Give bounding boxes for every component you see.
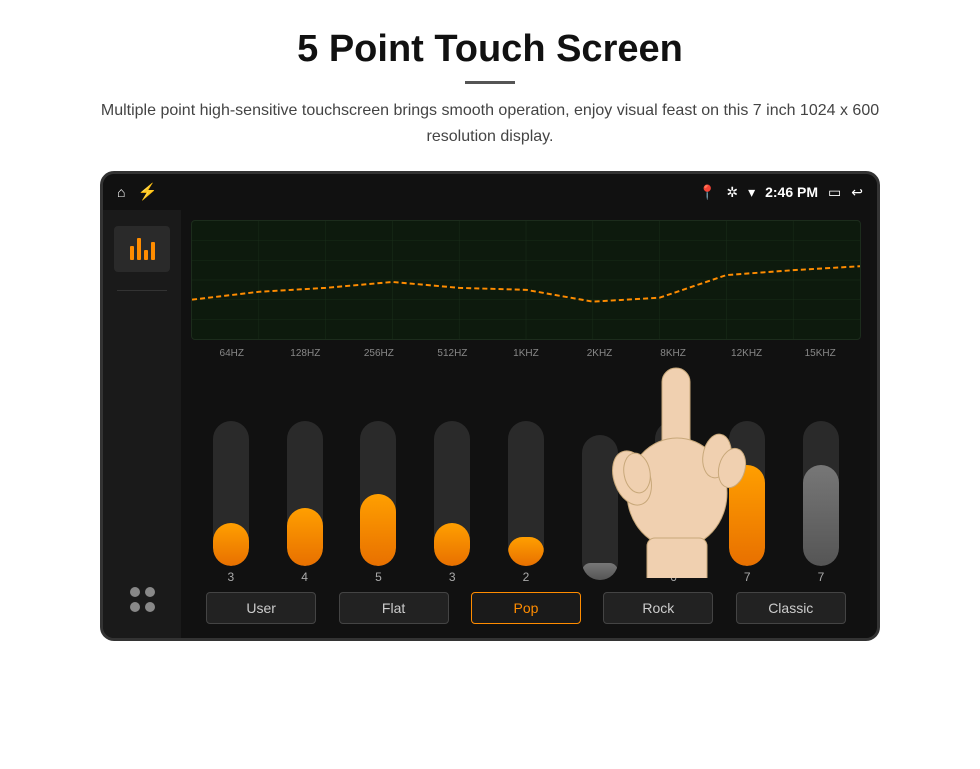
slider-val-256hz: 5 [375, 570, 382, 584]
menu-sidebar-button[interactable] [114, 576, 170, 622]
slider-col-8khz: 6 [655, 421, 691, 584]
slider-col-256hz: 5 [360, 421, 396, 584]
wifi-icon: ▾ [748, 184, 755, 201]
freq-12khz: 12KHZ [722, 348, 772, 359]
slider-track-2khz[interactable] [582, 435, 618, 580]
sliders-area: 3 4 5 [191, 365, 861, 584]
slider-col-2khz [582, 435, 618, 584]
page-title: 5 Point Touch Screen [297, 28, 683, 71]
sidebar-divider [117, 290, 167, 291]
slider-track-64hz[interactable] [213, 421, 249, 566]
slider-col-1khz: 2 [508, 421, 544, 584]
freq-1khz: 1KHZ [501, 348, 551, 359]
sidebar [103, 210, 181, 638]
slider-track-12khz[interactable] [729, 421, 765, 566]
slider-val-64hz: 3 [228, 570, 235, 584]
slider-col-512hz: 3 [434, 421, 470, 584]
slider-track-8khz[interactable] [655, 421, 691, 566]
slider-val-128hz: 4 [301, 570, 308, 584]
slider-track-256hz[interactable] [360, 421, 396, 566]
device-frame: ⌂ ⚡ 📍 ✲ ▾ 2:46 PM ▭ ↩ [100, 171, 880, 641]
slider-val-8khz: 6 [670, 570, 677, 584]
slider-col-128hz: 4 [287, 421, 323, 584]
freq-2khz: 2KHZ [575, 348, 625, 359]
preset-classic-button[interactable]: Classic [736, 592, 846, 624]
preset-buttons: User Flat Pop Rock Classic [191, 584, 861, 628]
slider-track-1khz[interactable] [508, 421, 544, 566]
slider-col-12khz: 7 [729, 421, 765, 584]
freq-8khz: 8KHZ [648, 348, 698, 359]
freq-512hz: 512HZ [427, 348, 477, 359]
preset-rock-button[interactable]: Rock [603, 592, 713, 624]
freq-15khz: 15KHZ [795, 348, 845, 359]
slider-val-1khz: 2 [523, 570, 530, 584]
title-divider [465, 81, 515, 84]
preset-flat-button[interactable]: Flat [339, 592, 449, 624]
eq-graph [191, 220, 861, 340]
preset-user-button[interactable]: User [206, 592, 316, 624]
slider-val-15khz: 7 [818, 570, 825, 584]
battery-icon: ▭ [828, 184, 841, 201]
slider-track-128hz[interactable] [287, 421, 323, 566]
slider-val-12khz: 7 [744, 570, 751, 584]
freq-64hz: 64HZ [207, 348, 257, 359]
usb-icon: ⚡ [137, 182, 157, 202]
slider-val-512hz: 3 [449, 570, 456, 584]
freq-256hz: 256HZ [354, 348, 404, 359]
location-icon: 📍 [699, 184, 716, 201]
main-content: 64HZ 128HZ 256HZ 512HZ 1KHZ 2KHZ 8KHZ 12… [103, 210, 877, 638]
preset-pop-button[interactable]: Pop [471, 592, 581, 624]
eq-sidebar-button[interactable] [114, 226, 170, 272]
eq-panel: 64HZ 128HZ 256HZ 512HZ 1KHZ 2KHZ 8KHZ 12… [181, 210, 877, 638]
slider-col-15khz: 7 [803, 421, 839, 584]
freq-labels: 64HZ 128HZ 256HZ 512HZ 1KHZ 2KHZ 8KHZ 12… [191, 348, 861, 359]
eq-icon [130, 238, 155, 260]
back-icon[interactable]: ↩ [851, 184, 863, 201]
status-right: 📍 ✲ ▾ 2:46 PM ▭ ↩ [699, 184, 863, 201]
slider-col-64hz: 3 [213, 421, 249, 584]
freq-128hz: 128HZ [280, 348, 330, 359]
slider-track-512hz[interactable] [434, 421, 470, 566]
subtitle: Multiple point high-sensitive touchscree… [80, 98, 900, 149]
home-icon[interactable]: ⌂ [117, 184, 125, 200]
slider-track-15khz[interactable] [803, 421, 839, 566]
status-left: ⌂ ⚡ [117, 182, 157, 202]
status-bar: ⌂ ⚡ 📍 ✲ ▾ 2:46 PM ▭ ↩ [103, 174, 877, 210]
status-time: 2:46 PM [765, 184, 818, 200]
dots-icon [130, 587, 155, 612]
bluetooth-icon: ✲ [726, 184, 738, 201]
